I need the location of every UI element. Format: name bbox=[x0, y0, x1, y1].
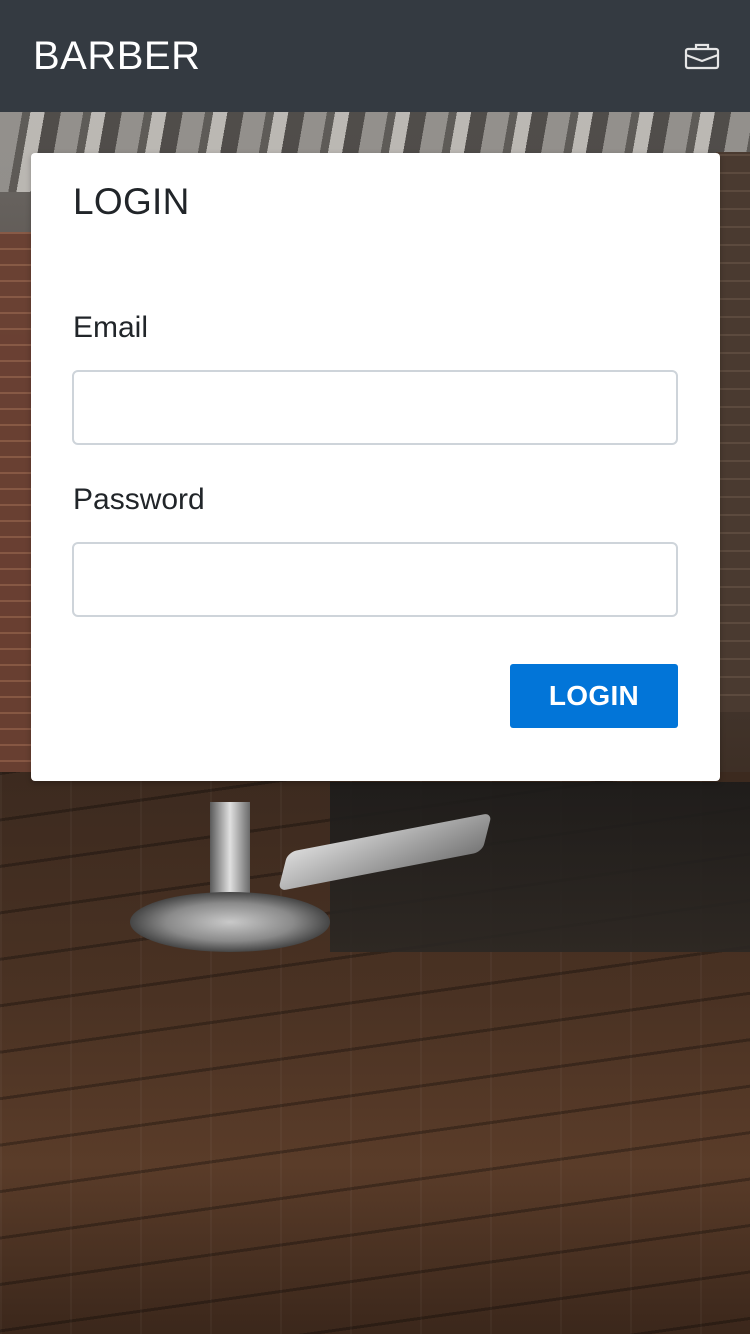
wall-right bbox=[716, 152, 750, 712]
login-title: LOGIN bbox=[73, 181, 190, 222]
password-label: Password bbox=[73, 483, 205, 516]
login-card: LOGIN Email Password LOGIN bbox=[31, 153, 720, 781]
email-field[interactable] bbox=[72, 370, 678, 445]
password-field[interactable] bbox=[72, 542, 678, 617]
email-label: Email bbox=[73, 311, 149, 344]
barber-chair-base bbox=[130, 892, 330, 952]
app-bar: BARBER bbox=[0, 0, 750, 112]
app-title: BARBER bbox=[33, 33, 201, 78]
briefcase-icon[interactable] bbox=[684, 42, 720, 70]
login-button[interactable]: LOGIN bbox=[510, 664, 678, 728]
